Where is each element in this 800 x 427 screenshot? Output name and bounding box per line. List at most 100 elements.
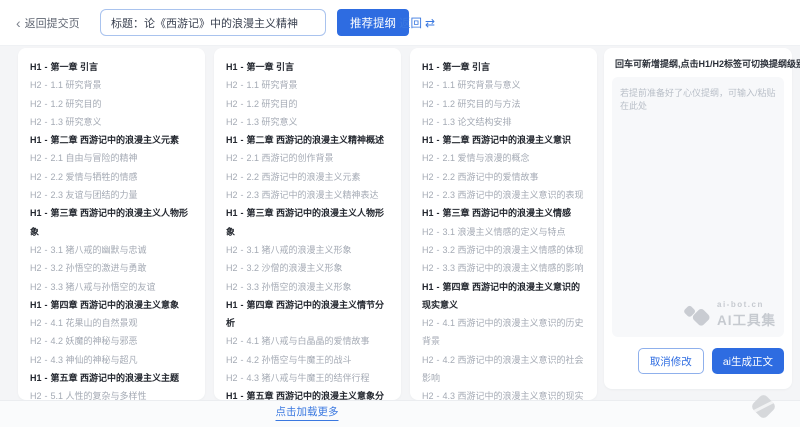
tip-text: 回车可新增提纲,点击H1/H2标签可切换提纲级别 <box>615 57 800 70</box>
outline-row-text: 3.1 浪漫主义情感的定义与特点 <box>443 227 566 237</box>
outline-row-text: 4.1 猪八戒与白晶晶的爱情故事 <box>247 336 370 346</box>
outline-separator: - <box>434 282 443 292</box>
heading-level-tag[interactable]: H1 <box>422 62 434 72</box>
heading-level-tag[interactable]: H2 <box>226 172 238 182</box>
heading-level-tag[interactable]: H2 <box>30 117 42 127</box>
heading-level-tag[interactable]: H2 <box>226 117 238 127</box>
heading-level-tag[interactable]: H1 <box>422 208 434 218</box>
outline-separator: - <box>238 373 247 383</box>
heading-level-tag[interactable]: H2 <box>226 80 238 90</box>
outline-separator: - <box>238 80 247 90</box>
outline-row: H1-第五章 西游记中的浪漫主义意象分析 <box>226 387 393 400</box>
heading-level-tag[interactable]: H2 <box>226 99 238 109</box>
heading-level-tag[interactable]: H2 <box>422 172 434 182</box>
outline-row-text: 第二章 西游记的浪漫主义精神概述 <box>247 135 385 145</box>
outline-row-text: 3.1 猪八戒的浪漫主义形象 <box>247 245 352 255</box>
outline-row: H2-2.3 西游记中的浪漫主义意识的表现 <box>422 186 589 204</box>
outline-row: H2-4.1 猪八戒与白晶晶的爱情故事 <box>226 332 393 350</box>
heading-level-tag[interactable]: H2 <box>30 263 42 273</box>
heading-level-tag[interactable]: H2 <box>226 282 238 292</box>
outline-option-card-2[interactable]: H1-第一章 引言 H2-1.1 研究背景 H2-1.2 研究目的 H2-1.3… <box>214 48 401 400</box>
heading-level-tag[interactable]: H1 <box>30 135 42 145</box>
tip-row: 回车可新增提纲,点击H1/H2标签可切换提纲级别 <box>612 57 784 70</box>
outline-row: H2-1.3 研究意义 <box>226 113 393 131</box>
load-more-link[interactable]: 点击加载更多 <box>276 404 339 421</box>
heading-level-tag[interactable]: H1 <box>30 62 42 72</box>
outline-row: H2-1.2 研究目的与方法 <box>422 95 589 113</box>
outline-separator: - <box>238 62 247 72</box>
outline-row: H2-2.2 爱情与牺牲的情感 <box>30 168 197 186</box>
outline-row: H1-第一章 引言 <box>422 58 589 76</box>
outline-row: H1-第三章 西游记中的浪漫主义人物形象 <box>30 204 197 241</box>
heading-level-tag[interactable]: H2 <box>226 190 238 200</box>
heading-level-tag[interactable]: H2 <box>30 391 42 400</box>
outline-separator: - <box>434 135 443 145</box>
heading-level-tag[interactable]: H2 <box>226 263 238 273</box>
outline-row-text: 2.2 西游记中的爱情故事 <box>443 172 539 182</box>
outline-row: H1-第三章 西游记中的浪漫主义人物形象 <box>226 204 393 241</box>
outline-row: H1-第二章 西游记的浪漫主义精神概述 <box>226 131 393 149</box>
heading-level-tag[interactable]: H2 <box>226 153 238 163</box>
outline-row-text: 4.1 西游记中的浪漫主义意识的历史背景 <box>422 318 584 346</box>
outline-row-text: 第三章 西游记中的浪漫主义人物形象 <box>30 208 188 236</box>
heading-level-tag[interactable]: H2 <box>422 190 434 200</box>
heading-level-tag[interactable]: H1 <box>226 208 238 218</box>
outline-separator: - <box>42 135 51 145</box>
heading-level-tag[interactable]: H1 <box>226 135 238 145</box>
heading-level-tag[interactable]: H2 <box>422 355 434 365</box>
heading-level-tag[interactable]: H2 <box>30 99 42 109</box>
cancel-edit-button[interactable]: 取消修改 <box>638 348 704 374</box>
return-link[interactable]: 返回 ⇄ <box>399 9 435 36</box>
heading-level-tag[interactable]: H2 <box>422 153 434 163</box>
heading-level-tag[interactable]: H2 <box>422 263 434 273</box>
outline-separator: - <box>42 99 51 109</box>
heading-level-tag[interactable]: H1 <box>226 300 238 310</box>
heading-level-tag[interactable]: H2 <box>422 318 434 328</box>
heading-level-tag[interactable]: H2 <box>30 153 42 163</box>
outline-option-card-3[interactable]: H1-第一章 引言 H2-1.1 研究背景与意义 H2-1.2 研究目的与方法 … <box>410 48 597 400</box>
heading-level-tag[interactable]: H1 <box>226 391 238 400</box>
heading-level-tag[interactable]: H2 <box>30 245 42 255</box>
heading-level-tag[interactable]: H2 <box>30 318 42 328</box>
title-input[interactable] <box>100 9 326 36</box>
heading-level-tag[interactable]: H2 <box>226 245 238 255</box>
outline-row: H2-2.1 爱情与浪漫的概念 <box>422 149 589 167</box>
generate-text-button[interactable]: ai生成正文 <box>712 348 784 374</box>
heading-level-tag[interactable]: H1 <box>30 300 42 310</box>
outline-separator: - <box>238 117 247 127</box>
heading-level-tag[interactable]: H1 <box>30 208 42 218</box>
heading-level-tag[interactable]: H2 <box>30 172 42 182</box>
outline-row-text: 1.3 论文结构安排 <box>443 117 512 127</box>
outline-separator: - <box>238 391 247 400</box>
heading-level-tag[interactable]: H2 <box>422 227 434 237</box>
heading-level-tag[interactable]: H2 <box>30 80 42 90</box>
heading-level-tag[interactable]: H2 <box>30 336 42 346</box>
heading-level-tag[interactable]: H2 <box>226 373 238 383</box>
back-to-submit-link[interactable]: ‹ 返回提交页 <box>16 0 80 46</box>
outline-row: H2-3.2 西游记中的浪漫主义情感的体现 <box>422 241 589 259</box>
outline-separator: - <box>42 263 51 273</box>
custom-outline-textarea[interactable] <box>612 77 784 337</box>
heading-level-tag[interactable]: H2 <box>226 355 238 365</box>
heading-level-tag[interactable]: H2 <box>422 391 434 400</box>
heading-level-tag[interactable]: H2 <box>422 80 434 90</box>
heading-level-tag[interactable]: H1 <box>226 62 238 72</box>
heading-level-tag[interactable]: H2 <box>422 117 434 127</box>
heading-level-tag[interactable]: H2 <box>226 336 238 346</box>
heading-level-tag[interactable]: H1 <box>422 135 434 145</box>
heading-level-tag[interactable]: H2 <box>30 355 42 365</box>
outline-separator: - <box>238 135 247 145</box>
heading-level-tag[interactable]: H2 <box>422 245 434 255</box>
outline-row: H2-3.2 沙僧的浪漫主义形象 <box>226 259 393 277</box>
heading-level-tag[interactable]: H1 <box>422 282 434 292</box>
heading-level-tag[interactable]: H2 <box>30 190 42 200</box>
heading-level-tag[interactable]: H1 <box>30 373 42 383</box>
outline-separator: - <box>238 208 247 218</box>
outline-separator: - <box>434 153 443 163</box>
outline-separator: - <box>42 153 51 163</box>
heading-level-tag[interactable]: H2 <box>30 282 42 292</box>
footer-strip <box>0 400 800 427</box>
outline-row-text: 第五章 西游记中的浪漫主义主题 <box>51 373 180 383</box>
heading-level-tag[interactable]: H2 <box>422 99 434 109</box>
outline-option-card-1[interactable]: H1-第一章 引言 H2-1.1 研究背景 H2-1.2 研究目的 H2-1.3… <box>18 48 205 400</box>
